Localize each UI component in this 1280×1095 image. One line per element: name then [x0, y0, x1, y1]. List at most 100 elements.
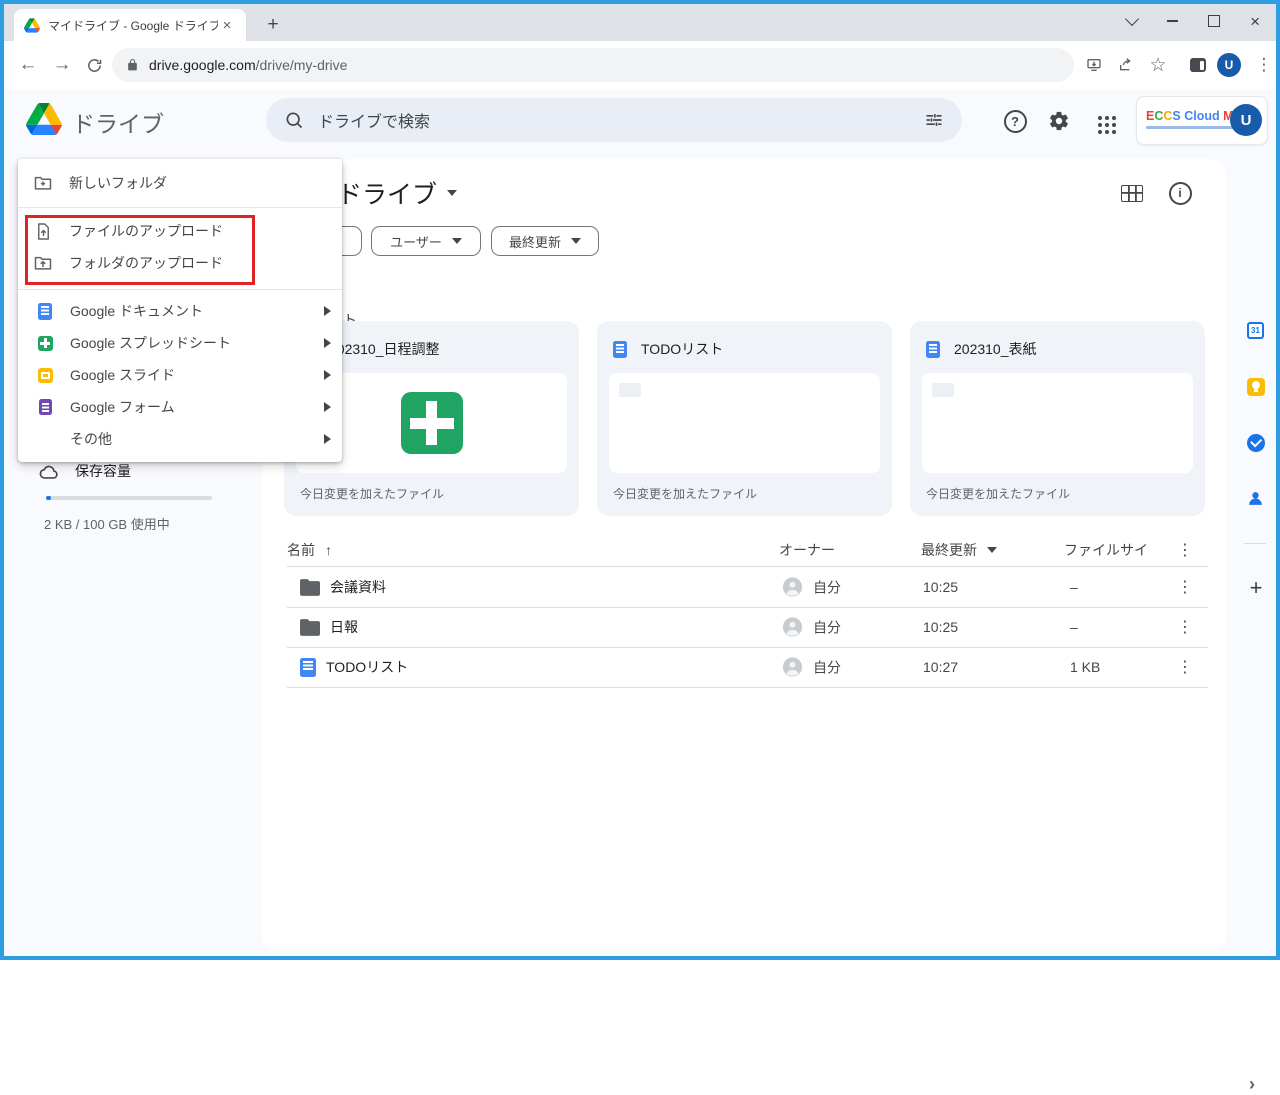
row-modified-cell: 10:25 [923, 619, 959, 635]
filter-chip-modified[interactable]: 最終更新 [491, 226, 599, 256]
window-controls: × [1124, 4, 1270, 38]
column-owner[interactable]: オーナー [779, 540, 835, 560]
maximize-button[interactable] [1208, 15, 1221, 27]
docs-icon [38, 302, 52, 320]
menu-item-google-sheets[interactable]: Google スプレッドシート [18, 327, 342, 359]
side-panel-icon [1190, 58, 1206, 72]
row-name-cell: 会議資料 [300, 577, 386, 597]
install-app-button[interactable] [1082, 53, 1106, 77]
sheets-icon [37, 335, 53, 351]
card-caption: 今日変更を加えたファイル [926, 487, 1071, 501]
row-owner-cell: 自分 [782, 657, 841, 678]
apps-grid-icon [1097, 115, 1102, 120]
submenu-arrow-icon [324, 306, 331, 316]
install-icon [1087, 59, 1101, 71]
search-icon [286, 112, 303, 129]
menu-item-folder-upload[interactable]: フォルダのアップロード [18, 247, 342, 279]
browser-tab[interactable]: マイドライブ - Google ドライブ × [14, 9, 246, 41]
storage-usage-text: 2 KB / 100 GB 使用中 [44, 517, 170, 532]
table-row[interactable]: 会議資料 自分 10:25 – ⋮ [287, 567, 1208, 608]
search-options-icon[interactable] [924, 110, 944, 130]
show-side-panel-button[interactable]: › [1242, 1074, 1262, 1094]
tab-title: マイドライブ - Google ドライブ [48, 18, 218, 33]
tab-search-icon[interactable] [1124, 11, 1140, 27]
row-more-button[interactable]: ⋮ [1177, 657, 1193, 677]
app-name: ドライブ [72, 111, 164, 137]
sort-desc-icon [987, 547, 997, 553]
drive-favicon [24, 17, 40, 33]
calendar-app-button[interactable]: 31 [1246, 321, 1265, 340]
calendar-icon: 31 [1247, 322, 1264, 339]
menu-item-more[interactable]: その他 [18, 423, 342, 455]
suggested-card[interactable]: TODOリスト 今日変更を加えたファイル [597, 321, 892, 516]
row-more-button[interactable]: ⋮ [1177, 617, 1193, 637]
rail-divider [1244, 543, 1266, 544]
drive-logo[interactable] [26, 103, 62, 135]
table-header: 名前 ↑ オーナー 最終更新 ファイルサイ ⋮ [287, 534, 1208, 567]
new-tab-button[interactable]: + [260, 12, 286, 38]
support-button[interactable]: ? [1002, 108, 1028, 134]
keep-app-button[interactable] [1246, 377, 1265, 396]
menu-item-google-docs[interactable]: Google ドキュメント [18, 295, 342, 327]
column-size[interactable]: ファイルサイ [1064, 540, 1148, 560]
table-row[interactable]: 日報 自分 10:25 – ⋮ [287, 607, 1208, 648]
window-close-button[interactable]: × [1250, 13, 1260, 30]
thumbnail-placeholder [932, 383, 954, 397]
contacts-app-button[interactable] [1246, 489, 1265, 508]
chip-caret-icon [451, 238, 462, 244]
get-addons-button[interactable]: + [1244, 575, 1268, 600]
drive-profile-avatar[interactable]: U [1230, 104, 1262, 136]
menu-item-file-upload[interactable]: ファイルのアップロード [18, 215, 342, 247]
submenu-arrow-icon [324, 370, 331, 380]
browser-menu-button[interactable]: ⋮ [1252, 53, 1276, 77]
file-thumbnail [609, 373, 880, 473]
main-panel: マイドライブ i 種類 ユーザー 最終更新 サジェスト 202310_日程調整 … [262, 159, 1226, 951]
minimize-button[interactable] [1167, 20, 1179, 22]
bookmark-star-button[interactable]: ☆ [1146, 53, 1170, 77]
suggested-card[interactable]: 202310_表紙 今日変更を加えたファイル [910, 321, 1205, 516]
gear-icon [1050, 111, 1068, 131]
row-more-button[interactable]: ⋮ [1177, 577, 1193, 597]
card-caption: 今日変更を加えたファイル [300, 487, 445, 501]
folder-icon [300, 578, 320, 596]
apps-grid-button[interactable] [1090, 108, 1116, 134]
settings-button[interactable] [1046, 108, 1072, 134]
tasks-app-button[interactable] [1246, 433, 1265, 452]
file-upload-icon [33, 221, 53, 241]
row-name-cell: TODOリスト [300, 657, 408, 677]
address-bar[interactable]: drive.google.com/drive/my-drive [112, 48, 1074, 82]
tasks-icon [1246, 433, 1265, 452]
details-button[interactable]: i [1167, 181, 1193, 205]
browser-profile-avatar[interactable]: U [1217, 53, 1241, 77]
reload-icon [87, 58, 101, 72]
menu-item-google-forms[interactable]: Google フォーム [18, 391, 342, 423]
browser-window: マイドライブ - Google ドライブ × + × ← → drive.goo… [0, 0, 1280, 1094]
side-panel-button[interactable] [1186, 53, 1210, 77]
back-button[interactable]: ← [16, 53, 40, 77]
sidebar-item-storage[interactable]: 保存容量 [37, 461, 131, 481]
filter-chip-people[interactable]: ユーザー [371, 226, 481, 256]
url-text: drive.google.com/drive/my-drive [149, 57, 347, 73]
column-modified[interactable]: 最終更新 [921, 540, 997, 560]
row-size-cell: 1 KB [1070, 659, 1101, 675]
sort-asc-icon: ↑ [325, 542, 332, 558]
tab-close-icon[interactable]: × [218, 17, 236, 34]
docs-icon [613, 340, 627, 358]
drive-header: ドライブ ドライブで検索 ? ECCS Cloud Mail U [4, 89, 1276, 154]
forward-button[interactable]: → [50, 53, 74, 77]
column-name[interactable]: 名前 ↑ [287, 540, 332, 560]
contacts-icon [1249, 492, 1262, 505]
account-badge[interactable]: ECCS Cloud Mail U [1136, 96, 1268, 145]
column-more-icon[interactable]: ⋮ [1177, 540, 1193, 560]
forms-icon [38, 399, 52, 415]
share-button[interactable] [1114, 53, 1138, 77]
menu-item-new-folder[interactable]: 新しいフォルダ [18, 159, 342, 207]
menu-item-google-slides[interactable]: Google スライド [18, 359, 342, 391]
search-input[interactable]: ドライブで検索 [266, 98, 962, 142]
file-thumbnail [922, 373, 1193, 473]
reload-button[interactable] [82, 53, 106, 77]
grid-view-toggle[interactable] [1119, 181, 1145, 205]
owner-avatar [782, 657, 803, 677]
table-row[interactable]: TODOリスト 自分 10:27 1 KB ⋮ [287, 647, 1208, 688]
card-caption: 今日変更を加えたファイル [613, 487, 758, 501]
